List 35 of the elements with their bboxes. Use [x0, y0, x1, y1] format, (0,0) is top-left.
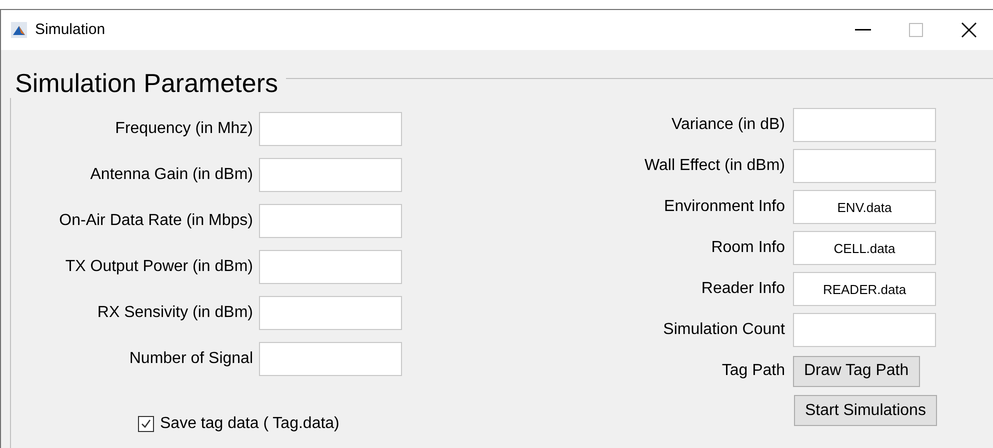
start-simulations-button[interactable]: Start Simulations: [794, 395, 937, 426]
input-field[interactable]: [259, 296, 402, 330]
input-field[interactable]: [793, 108, 936, 142]
field-label: RX Sensivity (in dBm): [96, 303, 254, 323]
field-label: Antenna Gain (in dBm): [89, 165, 254, 185]
checkmark-icon: [140, 418, 152, 430]
field-label: Wall Effect (in dBm): [644, 156, 786, 176]
field-label: TX Output Power (in dBm): [64, 257, 254, 277]
app-logo-icon: [11, 22, 27, 38]
input-field[interactable]: READER.data: [793, 272, 936, 306]
field-label: On-Air Data Rate (in Mbps): [58, 211, 254, 231]
input-field[interactable]: [259, 250, 402, 284]
close-icon[interactable]: [961, 22, 977, 38]
checkbox-label: Save tag data ( Tag.data): [160, 414, 340, 434]
input-field[interactable]: ENV.data: [793, 190, 936, 224]
maximize-icon[interactable]: [909, 23, 923, 37]
input-field[interactable]: [793, 149, 936, 183]
input-field[interactable]: [259, 112, 402, 146]
draw-tag-path-button[interactable]: Draw Tag Path: [793, 356, 920, 386]
field-label: Room Info: [710, 238, 786, 258]
window-title: Simulation: [35, 20, 106, 40]
field-label: Tag Path: [720, 361, 786, 381]
input-field[interactable]: [793, 313, 936, 347]
field-label: Number of Signal: [128, 349, 254, 369]
minimize-icon[interactable]: [855, 29, 871, 31]
input-field[interactable]: [259, 342, 402, 376]
field-label: Reader Info: [700, 279, 786, 299]
field-label: Simulation Count: [662, 320, 786, 340]
field-label: Frequency (in Mhz): [114, 119, 254, 139]
input-field[interactable]: CELL.data: [793, 231, 936, 265]
field-label: Variance (in dB): [670, 115, 786, 135]
checkbox[interactable]: [138, 416, 154, 432]
input-field[interactable]: [259, 158, 402, 192]
input-field[interactable]: [259, 204, 402, 238]
field-label: Environment Info: [663, 197, 786, 217]
